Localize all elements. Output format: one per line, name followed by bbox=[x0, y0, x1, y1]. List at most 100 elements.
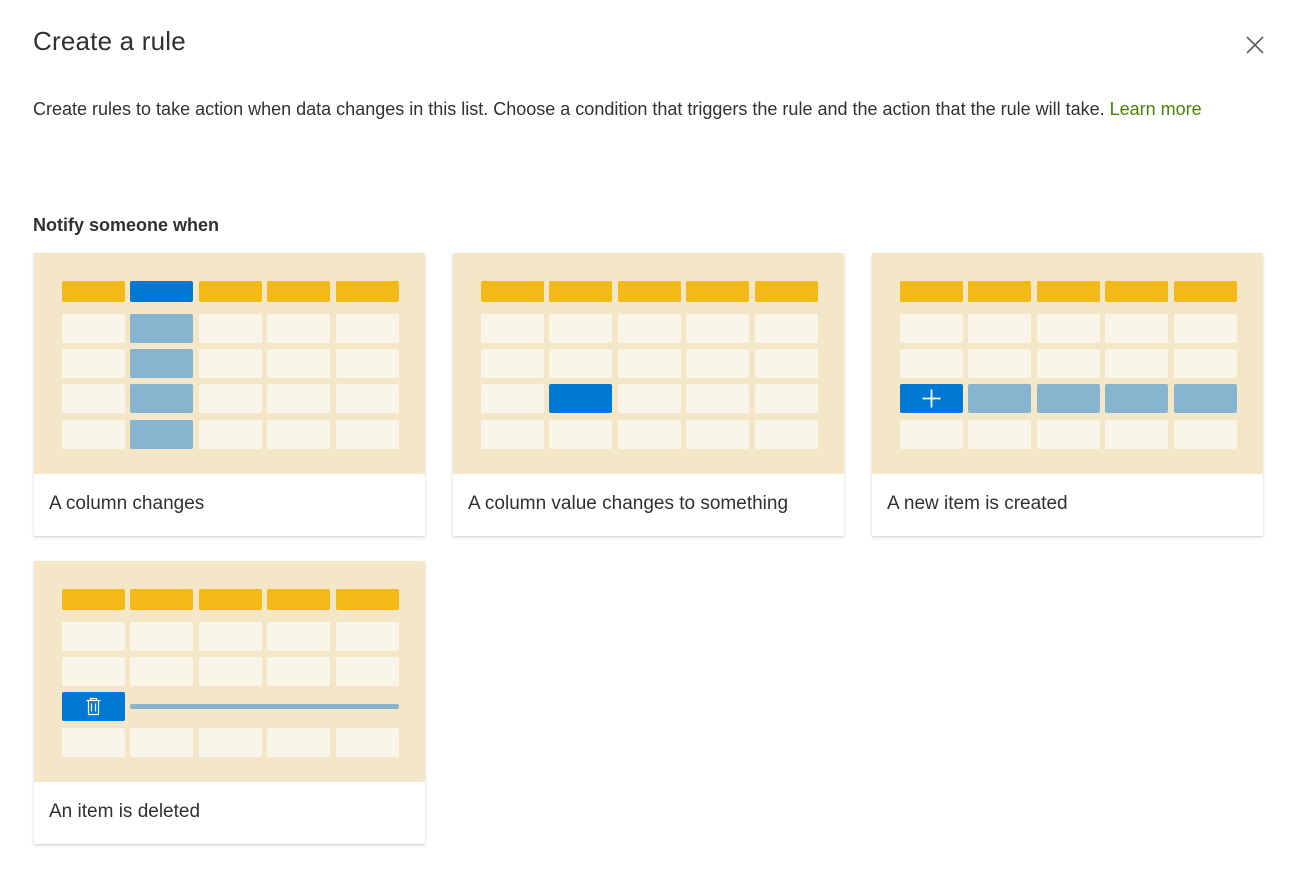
table-cell bbox=[481, 420, 544, 449]
header-cell bbox=[968, 281, 1031, 302]
cell-highlighted bbox=[1037, 384, 1100, 413]
table-cell bbox=[199, 420, 262, 449]
table-cell bbox=[481, 384, 544, 413]
table-cell bbox=[62, 384, 125, 413]
table-cell bbox=[267, 657, 330, 686]
table-cell bbox=[686, 384, 749, 413]
dialog-description: Create rules to take action when data ch… bbox=[33, 96, 1248, 122]
cell-highlighted bbox=[968, 384, 1031, 413]
table-cell bbox=[62, 622, 125, 651]
table-cell bbox=[686, 420, 749, 449]
header-cell bbox=[336, 589, 399, 610]
table-cell bbox=[62, 314, 125, 343]
table-cell bbox=[755, 384, 818, 413]
cell-highlighted bbox=[1174, 384, 1237, 413]
table-cell bbox=[968, 420, 1031, 449]
table-cell bbox=[336, 622, 399, 651]
cell-highlighted bbox=[130, 420, 193, 449]
card-label: A column changes bbox=[49, 493, 205, 514]
header-cell bbox=[1037, 281, 1100, 302]
header-cell bbox=[549, 281, 612, 302]
header-cell bbox=[481, 281, 544, 302]
rule-card-item-deleted[interactable]: An item is deleted bbox=[34, 561, 425, 844]
rule-card-column-changes[interactable]: A column changes bbox=[34, 253, 425, 536]
header-cell bbox=[686, 281, 749, 302]
table-cell bbox=[62, 657, 125, 686]
table-cell bbox=[130, 728, 193, 757]
header-cell bbox=[199, 281, 262, 302]
close-icon bbox=[1246, 36, 1264, 54]
table-illustration bbox=[62, 589, 399, 757]
header-cell bbox=[267, 281, 330, 302]
table-cell bbox=[336, 384, 399, 413]
table-cell bbox=[267, 314, 330, 343]
table-cell bbox=[62, 420, 125, 449]
table-cell bbox=[968, 349, 1031, 378]
table-cell bbox=[336, 728, 399, 757]
table-illustration bbox=[900, 281, 1237, 449]
header-cell bbox=[336, 281, 399, 302]
card-illustration bbox=[34, 561, 425, 782]
table-cell bbox=[686, 349, 749, 378]
table-cell bbox=[336, 420, 399, 449]
card-label: A new item is created bbox=[887, 493, 1068, 514]
cell-highlighted bbox=[1105, 384, 1168, 413]
table-illustration bbox=[62, 281, 399, 449]
table-cell bbox=[481, 314, 544, 343]
header-cell bbox=[618, 281, 681, 302]
table-cell bbox=[1105, 420, 1168, 449]
table-cell bbox=[267, 384, 330, 413]
table-cell bbox=[549, 420, 612, 449]
learn-more-link[interactable]: Learn more bbox=[1110, 99, 1202, 119]
table-cell bbox=[618, 314, 681, 343]
table-cell bbox=[199, 384, 262, 413]
header-cell bbox=[267, 589, 330, 610]
table-cell bbox=[1105, 349, 1168, 378]
table-cell bbox=[336, 657, 399, 686]
table-cell bbox=[1105, 314, 1168, 343]
table-cell bbox=[900, 349, 963, 378]
table-cell bbox=[900, 420, 963, 449]
table-cell bbox=[618, 420, 681, 449]
card-label: An item is deleted bbox=[49, 801, 201, 822]
table-cell bbox=[900, 314, 963, 343]
table-cell bbox=[1037, 420, 1100, 449]
rule-card-column-value-changes[interactable]: A column value changes to something bbox=[453, 253, 844, 536]
delete-row-button bbox=[62, 692, 125, 721]
table-cell bbox=[618, 349, 681, 378]
table-cell bbox=[130, 657, 193, 686]
close-button[interactable] bbox=[1240, 30, 1270, 60]
card-illustration bbox=[453, 253, 844, 474]
table-cell bbox=[199, 622, 262, 651]
table-cell bbox=[481, 349, 544, 378]
table-cell bbox=[686, 314, 749, 343]
table-cell bbox=[755, 349, 818, 378]
table-cell bbox=[199, 728, 262, 757]
rule-card-new-item-created[interactable]: A new item is created bbox=[872, 253, 1263, 536]
header-cell bbox=[900, 281, 963, 302]
header-cell-selected bbox=[130, 281, 193, 302]
table-cell bbox=[549, 314, 612, 343]
table-cell bbox=[755, 314, 818, 343]
strikethrough-line bbox=[130, 704, 399, 709]
table-cell bbox=[1174, 420, 1237, 449]
table-illustration bbox=[481, 281, 818, 449]
table-cell bbox=[130, 622, 193, 651]
table-cell bbox=[336, 314, 399, 343]
table-cell bbox=[199, 657, 262, 686]
cell-highlighted bbox=[130, 349, 193, 378]
table-cell bbox=[62, 728, 125, 757]
table-cell bbox=[618, 384, 681, 413]
table-cell bbox=[1174, 349, 1237, 378]
cell-highlighted bbox=[130, 384, 193, 413]
table-cell bbox=[267, 349, 330, 378]
section-label: Notify someone when bbox=[33, 215, 220, 235]
description-text: Create rules to take action when data ch… bbox=[33, 99, 1105, 119]
dialog-title: Create a rule bbox=[33, 26, 186, 56]
table-cell bbox=[336, 349, 399, 378]
header-cell bbox=[199, 589, 262, 610]
table-cell bbox=[755, 420, 818, 449]
table-cell bbox=[62, 349, 125, 378]
table-cell bbox=[1037, 349, 1100, 378]
header-cell bbox=[1105, 281, 1168, 302]
